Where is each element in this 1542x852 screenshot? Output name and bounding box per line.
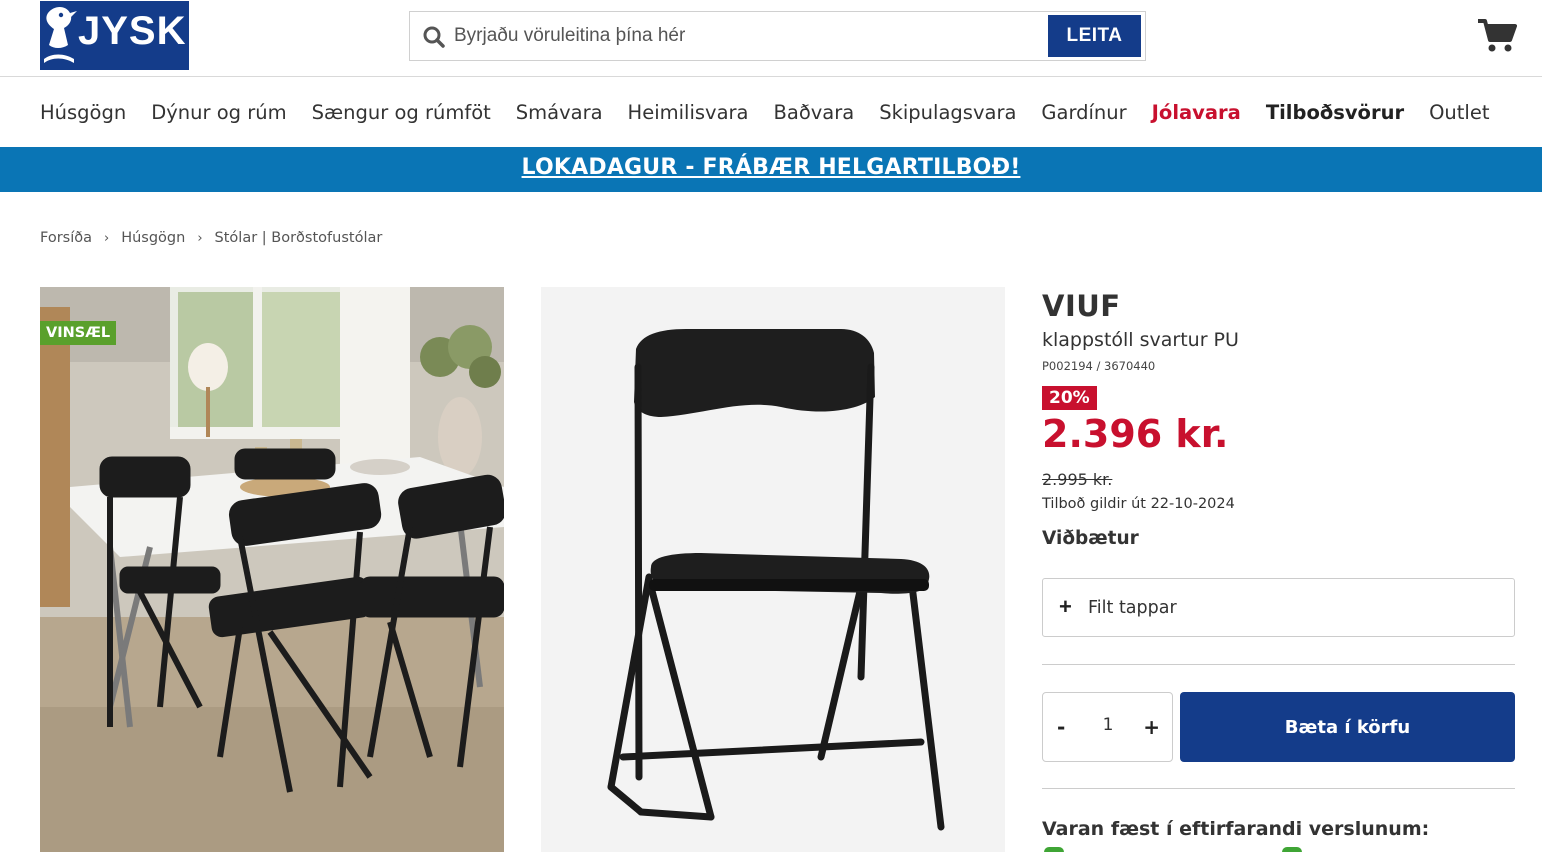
add-to-cart-button[interactable]: Bæta í körfu	[1180, 692, 1515, 762]
cart-icon[interactable]	[1477, 18, 1517, 54]
nav-item-gardinur[interactable]: Gardínur	[1041, 101, 1126, 124]
offer-valid-text: Tilboð gildir út 22-10-2024	[1042, 496, 1235, 512]
increase-quantity-button[interactable]: +	[1143, 715, 1160, 739]
product-image-main[interactable]	[541, 287, 1005, 852]
divider	[1042, 664, 1515, 665]
quantity-value[interactable]: 1	[1093, 715, 1123, 735]
promo-banner-link[interactable]: LOKADAGUR - FRÁBÆR HELGARTILBOÐ!	[522, 155, 1021, 180]
addons-title: Viðbætur	[1042, 528, 1139, 549]
search-bar: LEITA	[409, 11, 1146, 61]
breadcrumb-item-current[interactable]: Stólar | Borðstofustólar	[215, 230, 383, 246]
nav-item-badvara[interactable]: Baðvara	[774, 101, 855, 124]
chevron-right-icon: ›	[104, 230, 110, 246]
product-info: VIUF klappstóll svartur PU P002194 / 367…	[1042, 287, 1515, 852]
breadcrumb-item-home[interactable]: Forsíða	[40, 230, 92, 246]
breadcrumb-item-husgogn[interactable]: Húsgögn	[121, 230, 185, 246]
nav-item-smavara[interactable]: Smávara	[516, 101, 603, 124]
search-input[interactable]	[454, 18, 1044, 54]
product-image-lifestyle[interactable]	[40, 287, 504, 852]
plus-icon: +	[1059, 594, 1072, 619]
discount-badge: 20%	[1042, 386, 1097, 410]
site-header: JYSK LEITA	[0, 0, 1542, 77]
nav-item-skipulagsvara[interactable]: Skipulagsvara	[879, 101, 1016, 124]
product-sku: P002194 / 3670440	[1042, 359, 1156, 373]
main-nav: Húsgögn Dýnur og rúm Sængur og rúmföt Sm…	[0, 77, 1542, 147]
nav-item-saengur[interactable]: Sængur og rúmföt	[312, 101, 491, 124]
nav-item-dynur[interactable]: Dýnur og rúm	[151, 101, 286, 124]
availability-title: Varan fæst í eftirfarandi verslunum:	[1042, 818, 1430, 840]
product-subtitle: klappstóll svartur PU	[1042, 329, 1239, 351]
chevron-right-icon: ›	[197, 230, 203, 246]
product-price: 2.396 kr.	[1042, 412, 1229, 456]
folding-chair-illustration	[541, 287, 1005, 852]
nav-item-husgogn[interactable]: Húsgögn	[40, 101, 126, 124]
divider	[1042, 788, 1515, 789]
quantity-stepper: - 1 +	[1042, 692, 1173, 762]
nav-item-jolavara[interactable]: Jólavara	[1152, 101, 1241, 124]
nav-item-tilbodsvorur[interactable]: Tilboðsvörur	[1266, 101, 1404, 124]
search-button[interactable]: LEITA	[1048, 15, 1141, 57]
jysk-logo[interactable]: JYSK	[40, 1, 189, 70]
product-name: VIUF	[1042, 289, 1121, 323]
breadcrumb: Forsíða › Húsgögn › Stólar | Borðstofust…	[40, 230, 382, 246]
decrease-quantity-button[interactable]: -	[1057, 715, 1065, 739]
search-icon	[423, 26, 445, 48]
nav-item-outlet[interactable]: Outlet	[1429, 101, 1489, 124]
dining-room-illustration	[40, 287, 504, 852]
bird-logo-icon	[44, 7, 77, 63]
store-status-icon	[1282, 847, 1302, 852]
promo-banner: LOKADAGUR - FRÁBÆR HELGARTILBOÐ!	[0, 147, 1542, 192]
old-price: 2.995 kr.	[1042, 470, 1113, 489]
store-status-icon	[1044, 847, 1064, 852]
addon-felt-pads[interactable]: + Filt tappar	[1042, 578, 1515, 637]
popular-badge: VINSÆL	[40, 321, 117, 345]
nav-item-heimilisvara[interactable]: Heimilisvara	[628, 101, 749, 124]
logo-text: JYSK	[78, 9, 187, 53]
addon-label: Filt tappar	[1088, 598, 1177, 618]
